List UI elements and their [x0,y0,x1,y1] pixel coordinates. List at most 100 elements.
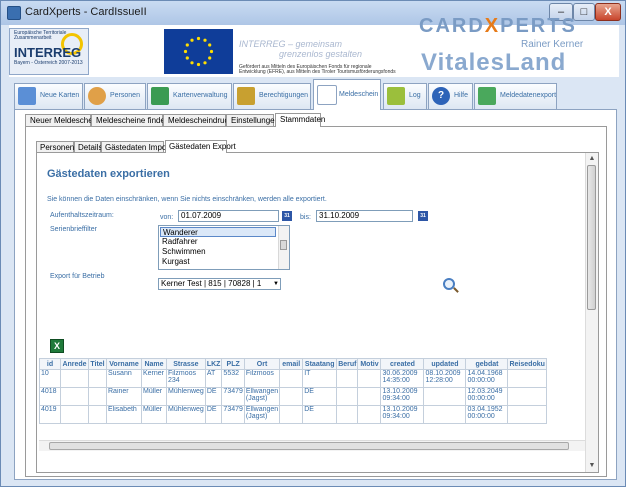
close-button[interactable]: X [595,3,621,21]
table-cell[interactable] [60,405,89,424]
column-header[interactable]: gebdat [465,358,509,370]
innertab-gaestedaten-export[interactable]: Gästedaten Export [165,140,236,153]
tab-berechtigungen[interactable]: Berechtigungen [233,83,311,109]
table-cell[interactable] [357,387,382,406]
list-item[interactable]: Schwimmen [160,247,278,257]
serial-filter-listbox[interactable]: Wanderer Radfahrer Schwimmen Kurgast [158,225,290,270]
column-header[interactable]: PLZ [221,358,245,370]
table-cell[interactable] [279,369,304,388]
tab-personen[interactable]: Personen [84,83,146,109]
table-cell[interactable] [279,405,304,424]
table-cell[interactable] [279,387,304,406]
table-cell[interactable]: Filzmoos 234 [166,369,206,388]
list-item[interactable]: Kurgast [160,257,278,267]
tab-meldeschein[interactable]: Meldeschein [313,79,381,110]
table-cell[interactable]: DE [204,387,223,406]
column-header[interactable]: Staatang [302,358,338,370]
table-cell[interactable]: DE [302,405,338,424]
list-item[interactable]: Radfahrer [160,237,278,247]
table-cell[interactable]: Filzmoos [243,369,281,388]
table-row[interactable]: 4019 Elisabeth Müller Mühlenweg DE 73479 Ellwa… [39,405,547,424]
table-cell[interactable]: Kerner [141,369,167,388]
column-header[interactable]: Strasse [166,358,206,370]
table-cell[interactable]: 13.10.2009 09:34:00 [380,405,425,424]
panel-scroll-thumb[interactable] [587,165,596,310]
table-cell[interactable]: Mühlenweg [166,405,206,424]
table-cell[interactable]: Elisabeth [106,405,142,424]
table-row[interactable]: 4018 Rainer Müller Mühlenweg DE 73479 Ellwange… [39,387,547,406]
table-cell[interactable] [423,387,467,406]
listbox-scrollbar[interactable] [278,226,289,269]
column-header[interactable]: LKZ [204,358,223,370]
table-horizontal-scrollbar[interactable] [39,440,587,451]
table-cell[interactable]: 12.03.2049 00:00:00 [465,387,509,406]
table-cell[interactable] [507,405,547,424]
table-cell[interactable] [336,387,359,406]
table-cell[interactable]: 08.10.2009 12:28:00 [423,369,467,388]
table-cell[interactable]: 73479 [221,405,245,424]
table-cell[interactable] [357,405,382,424]
table-cell[interactable]: DE [204,405,223,424]
column-header[interactable]: Anrede [60,358,89,370]
column-header[interactable]: id [39,358,61,370]
column-header[interactable]: Titel [88,358,107,370]
tab-meldedatenexport[interactable]: Meldedatenexport [474,83,557,109]
table-cell[interactable] [60,387,89,406]
date-to-input[interactable]: 31.10.2009 [316,210,413,222]
table-cell[interactable]: 73479 [221,387,245,406]
table-cell[interactable]: Ellwangen (Jagst) [243,387,281,406]
column-header[interactable]: Reisedoku [507,358,547,370]
table-cell[interactable] [423,405,467,424]
column-header[interactable]: Name [141,358,167,370]
date-from-input[interactable]: 01.07.2009 [178,210,279,222]
table-cell[interactable]: DE [302,387,338,406]
panel-vertical-scrollbar[interactable]: ▲ ▼ [585,153,598,472]
scroll-up-icon[interactable]: ▲ [587,154,597,164]
table-cell[interactable]: 10 [39,369,61,388]
table-cell[interactable]: 03.04.1952 00:00:00 [465,405,509,424]
table-scroll-thumb[interactable] [49,442,569,450]
table-cell[interactable]: 14.04.1968 00:00:00 [465,369,509,388]
table-cell[interactable]: Rainer [106,387,142,406]
listbox-scroll-thumb[interactable] [280,240,287,250]
table-cell[interactable]: Müller [141,405,167,424]
table-cell[interactable]: Müller [141,387,167,406]
search-icon[interactable] [443,278,459,293]
table-cell[interactable]: 13.10.2009 09:34:00 [380,387,425,406]
table-cell[interactable]: 30.06.2009 14:35:00 [380,369,425,388]
tab-hilfe[interactable]: ? Hilfe [428,83,473,109]
table-cell[interactable]: Susann [106,369,142,388]
calendar-from-icon[interactable]: 31 [282,211,292,221]
table-cell[interactable]: Ellwangen (Jagst) [243,405,281,424]
table-cell[interactable] [336,369,359,388]
table-cell[interactable] [507,387,547,406]
excel-export-icon[interactable]: X [50,339,64,353]
table-cell[interactable] [88,405,107,424]
table-cell[interactable]: IT [302,369,338,388]
table-cell[interactable]: 4018 [39,387,61,406]
table-row[interactable]: 10 Susann Kerner Filzmoos 234 AT 5532 Filzmoos… [39,369,547,388]
column-header[interactable]: Ort [243,358,281,370]
table-cell[interactable] [88,369,107,388]
table-cell[interactable] [507,369,547,388]
table-cell[interactable]: AT [204,369,223,388]
table-cell[interactable] [60,369,89,388]
table-cell[interactable] [88,387,107,406]
column-header[interactable]: updated [423,358,467,370]
table-cell[interactable] [336,405,359,424]
subtab-stammdaten[interactable]: Stammdaten [275,113,325,127]
tab-kartenverwaltung[interactable]: Kartenverwaltung [147,83,232,109]
column-header[interactable]: created [380,358,425,370]
column-header[interactable]: Motiv [357,358,382,370]
calendar-to-icon[interactable]: 31 [418,211,428,221]
table-cell[interactable] [357,369,382,388]
tab-log[interactable]: Log [383,83,427,109]
business-select[interactable]: Kerner Test | 815 | 70828 | 1 ▼ [158,278,281,290]
tab-neue-karten[interactable]: Neue Karten [14,83,83,109]
list-item[interactable]: Wanderer [160,227,276,237]
column-header[interactable]: Beruf [336,358,359,370]
column-header[interactable]: email [279,358,304,370]
scroll-down-icon[interactable]: ▼ [587,461,597,471]
table-cell[interactable]: Mühlenweg [166,387,206,406]
table-cell[interactable]: 4019 [39,405,61,424]
